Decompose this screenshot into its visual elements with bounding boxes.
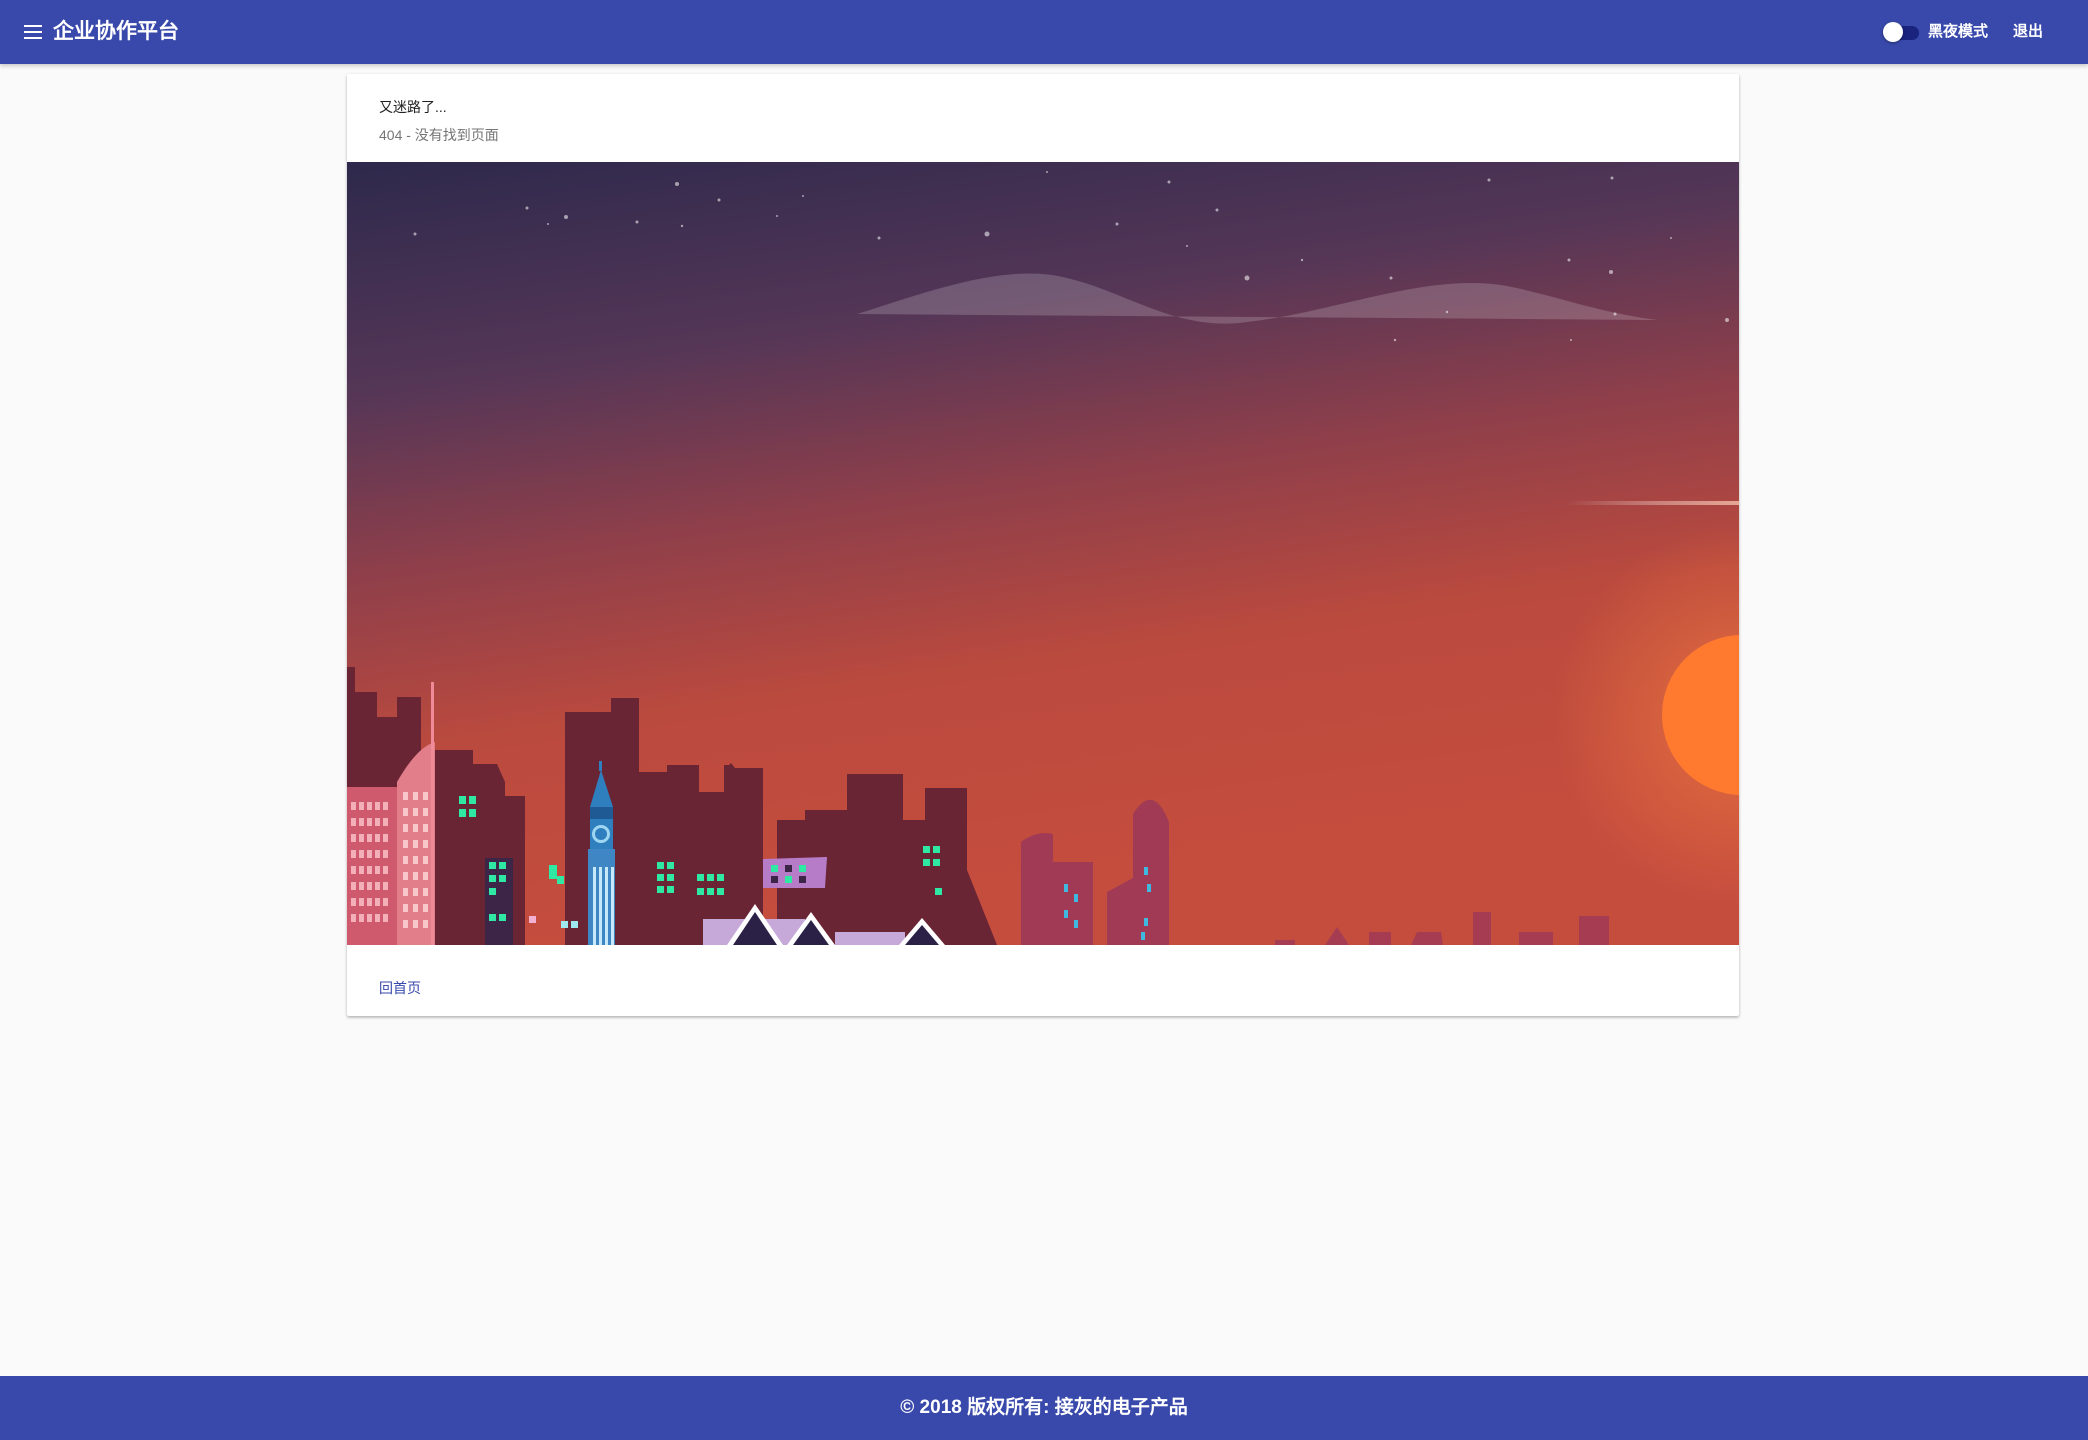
copyright-text: © 2018 版权所有: 接灰的电子产品 [900,1397,1188,1418]
not-found-card: 又迷路了... 404 - 没有找到页面 回首页 [347,74,1739,1016]
logout-button[interactable]: 退出 [2002,14,2054,50]
toggle-thumb [1883,22,1903,42]
card-title: 又迷路了... [379,99,447,115]
card-subtitle: 404 - 没有找到页面 [379,127,499,143]
top-toolbar: 企业协作平台 黑夜模式 退出 [0,0,2088,64]
light-streak [1567,501,1739,505]
billboard [763,857,827,888]
home-button[interactable]: 回首页 [369,970,431,1006]
menu-icon[interactable] [18,20,46,44]
dark-mode-toggle[interactable] [1883,22,1921,42]
night-city-illustration [347,162,1739,945]
footer: © 2018 版权所有: 接灰的电子产品 [0,1376,2088,1440]
app-title: 企业协作平台 [53,20,179,43]
dark-mode-label: 黑夜模式 [1928,23,1989,40]
